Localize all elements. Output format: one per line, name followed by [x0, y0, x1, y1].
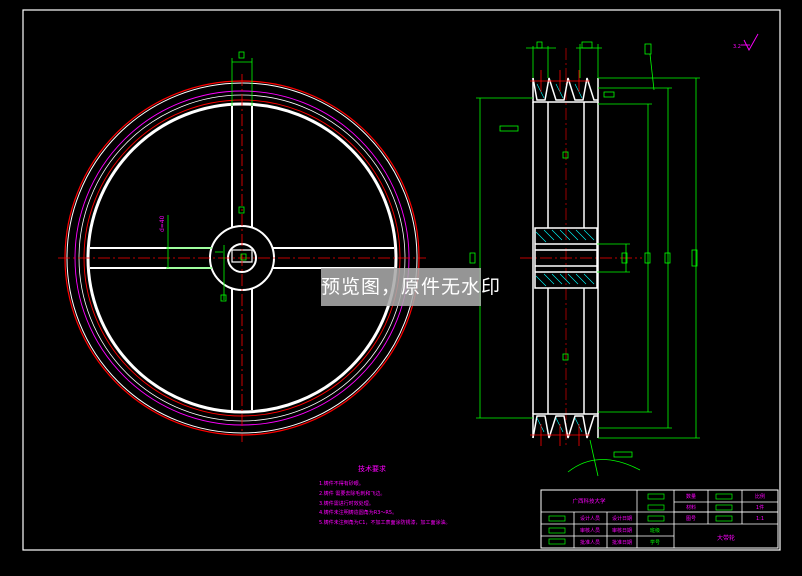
title-block: 广西科技大学 数量 材料 图号 比例 1件 1:1 设计人员 设计日期 审核人员…: [540, 489, 779, 549]
tech-title: 技术要求: [358, 464, 386, 473]
side-view: 3.2: [469, 33, 759, 477]
tb-id: 学号: [650, 539, 660, 546]
tech-item: 5.铸件未注倒角为C1，不加工表面涂防锈漆，加工面涂油。: [319, 519, 450, 526]
front-dim-note: d=40: [159, 215, 166, 232]
tb-ratio-label: 比例: [755, 493, 765, 500]
tb-review-date: 审核日期: [612, 527, 632, 534]
front-dimensions: [166, 51, 253, 302]
front-centerlines: [58, 74, 426, 442]
tech-item: 1.铸件不得有砂眼。: [319, 480, 364, 487]
tech-requirements: 技术要求 1.铸件不得有砂眼。 2.铸件 需要去除毛刺和飞边。 3.铸件需进行时…: [319, 464, 450, 526]
tb-designer: 设计人员: [580, 515, 600, 522]
tb-ratio-value: 1:1: [756, 516, 764, 522]
tb-unit: 广西科技大学: [572, 497, 606, 505]
tb-material-label: 材料: [686, 504, 696, 511]
tb-part-name: 大带轮: [717, 534, 735, 542]
tb-approve-date: 批准日期: [612, 539, 632, 546]
roughness-symbol: [741, 33, 759, 51]
tb-quantity-label: 数量: [686, 493, 696, 500]
tb-approver: 批准人员: [580, 539, 600, 546]
tb-class: 班级: [650, 527, 660, 534]
tech-item: 4.铸件未注明铸造圆角为R3～R5。: [319, 509, 397, 516]
tb-sheet-label: 图号: [686, 516, 696, 522]
front-view: d=40: [58, 51, 426, 442]
preview-watermark: 预览图，原件无水印: [321, 268, 500, 306]
tb-qty-value: 1件: [756, 504, 764, 511]
roughness-value: 3.2: [733, 44, 741, 50]
side-dimensions: [469, 41, 700, 477]
tech-item: 2.铸件 需要去除毛刺和飞边。: [319, 490, 385, 497]
tb-design-date: 设计日期: [612, 515, 632, 522]
tech-item: 3.铸件需进行时效处理。: [319, 500, 374, 507]
tb-checker: 审核人员: [580, 527, 600, 534]
